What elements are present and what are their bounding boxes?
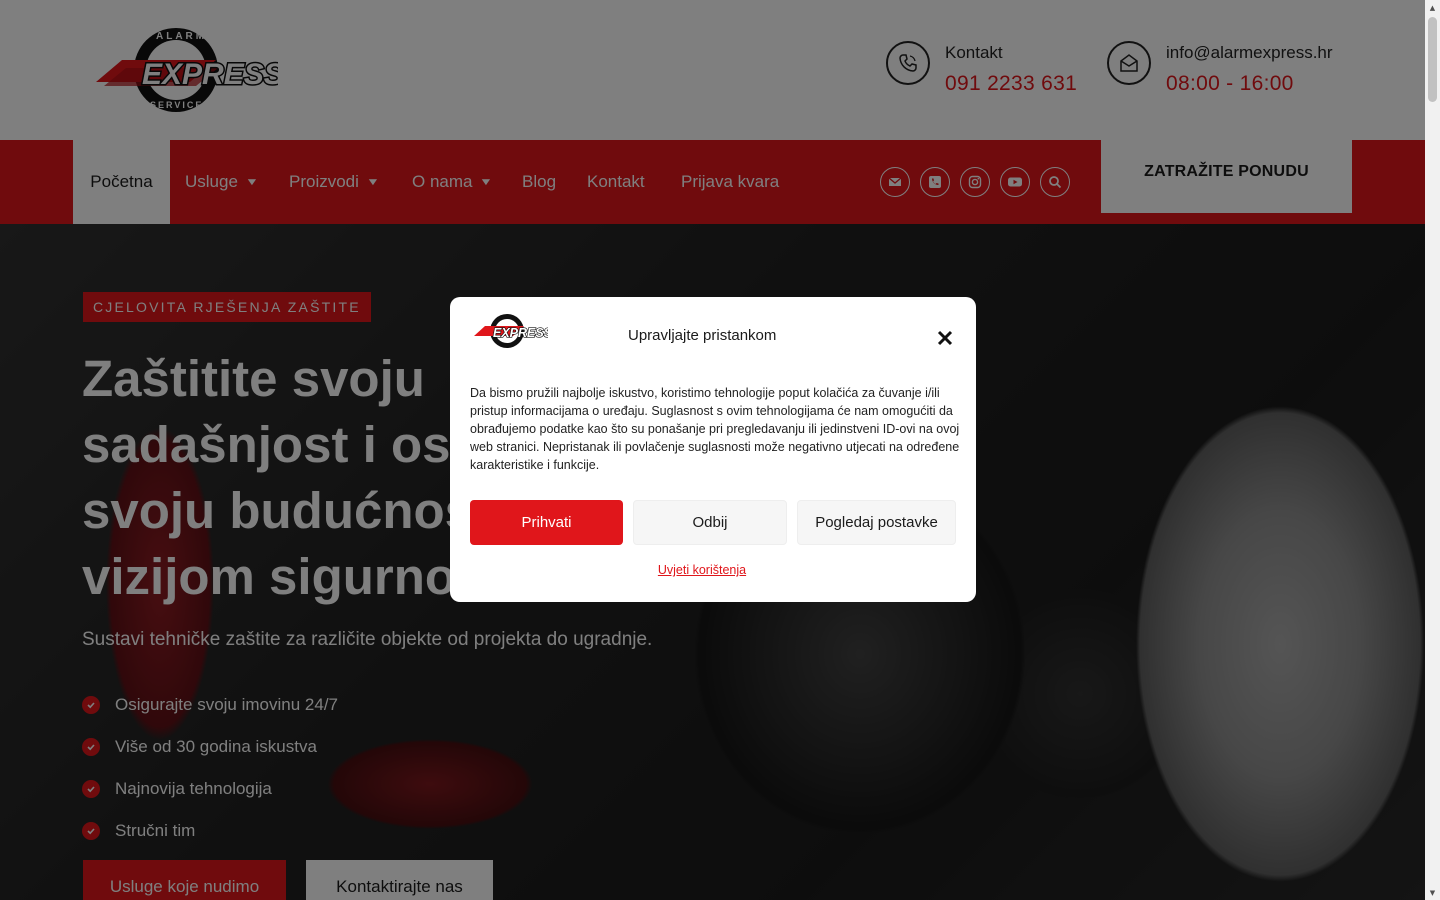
- scroll-down-arrow-icon[interactable]: ▼: [1425, 885, 1440, 900]
- consent-description: Da bismo pružili najbolje iskustvo, kori…: [470, 386, 960, 472]
- scroll-up-arrow-icon[interactable]: ▲: [1425, 0, 1440, 15]
- terms-of-use-link[interactable]: Uvjeti korištenja: [450, 563, 954, 577]
- modal-title: Upravljajte pristankom: [628, 327, 777, 344]
- page-scrollbar[interactable]: ▲ ▼: [1425, 0, 1440, 900]
- accept-button[interactable]: Prihvati: [470, 500, 623, 545]
- svg-text:EXPRESS: EXPRESS: [493, 326, 548, 340]
- view-preferences-button[interactable]: Pogledaj postavke: [797, 500, 956, 545]
- scrollbar-thumb[interactable]: [1428, 17, 1437, 102]
- cookie-consent-modal: EXPRESS Upravljajte pristankom Da bismo …: [450, 297, 976, 602]
- alarm-express-logo: EXPRESS: [474, 314, 548, 348]
- close-icon[interactable]: [933, 326, 957, 350]
- deny-button[interactable]: Odbij: [633, 500, 787, 545]
